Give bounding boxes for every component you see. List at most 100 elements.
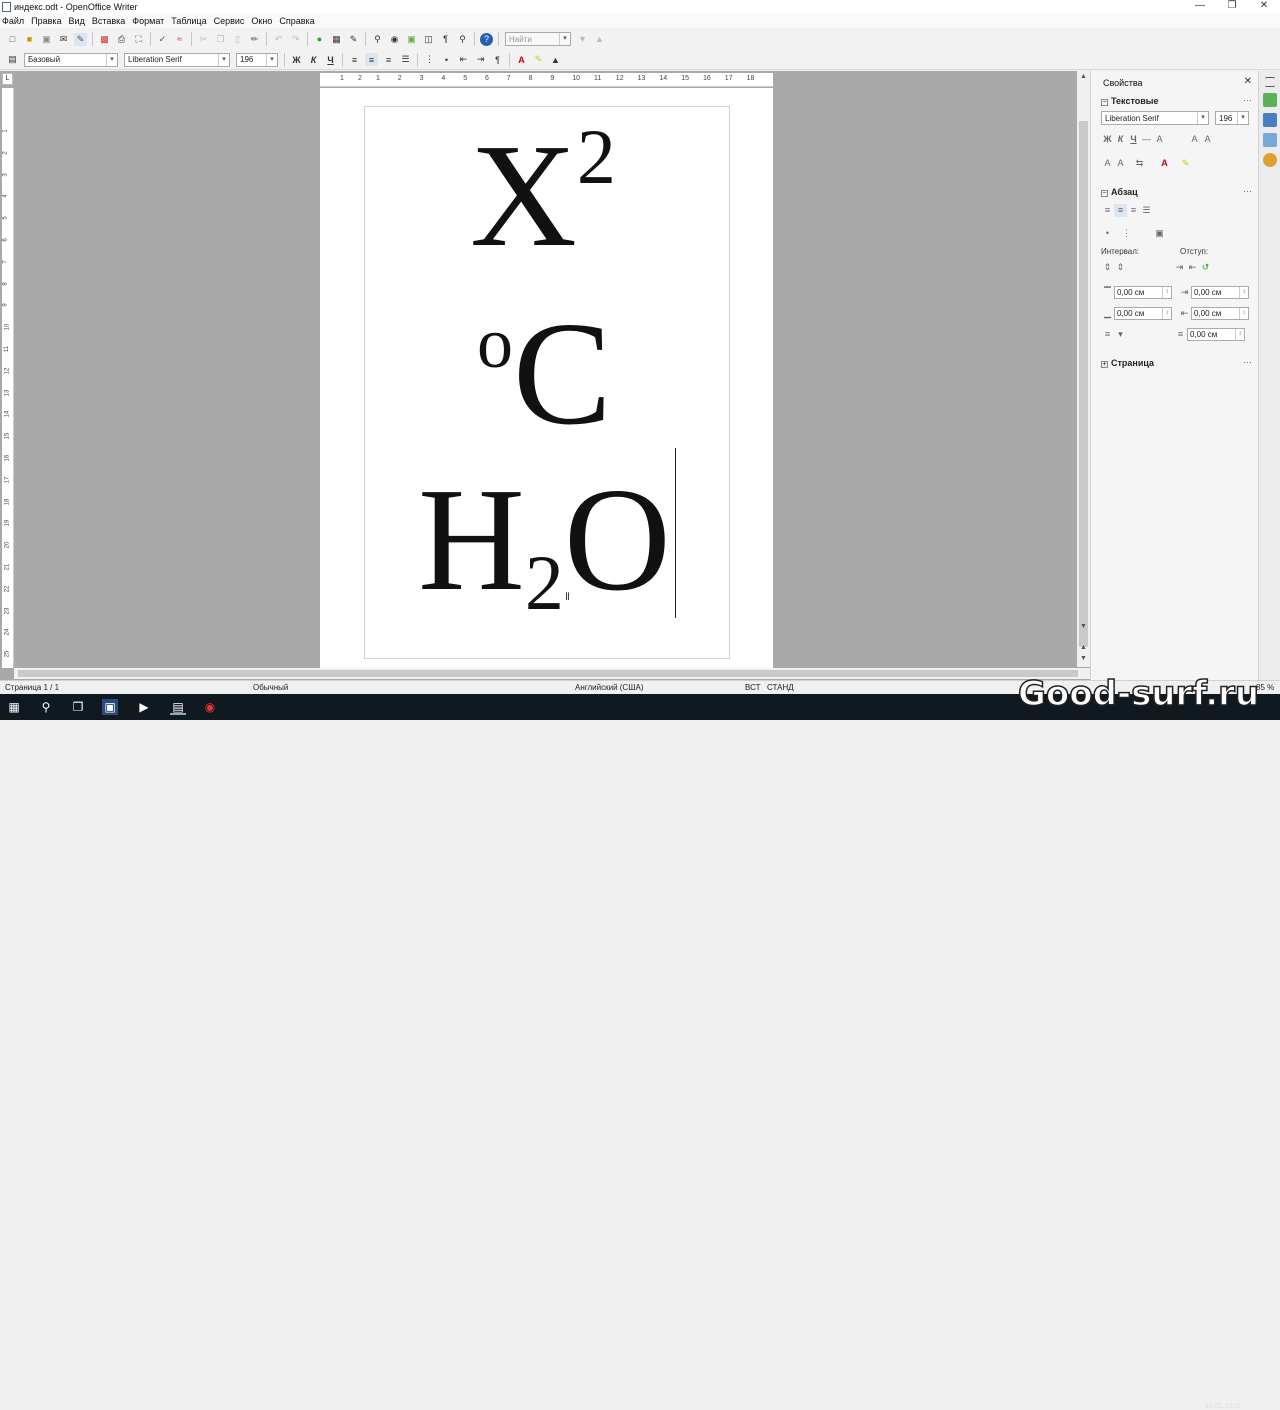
sidebar-justify-icon[interactable]: ☰ [1140,204,1153,217]
italic-button[interactable]: К [307,53,320,66]
horizontal-ruler[interactable]: 1 2 1 2 3 4 5 6 7 8 9 10 11 12 13 14 15 16 17 18 [320,73,773,87]
paragraph-format-icon[interactable]: ¶ [491,53,504,66]
spellcheck-icon[interactable]: ✓ [156,33,169,46]
below-spacing-field[interactable]: 0,00 см ↕ [1114,307,1172,320]
formula-degree-celsius[interactable]: oC [477,300,612,448]
sidebar-align-right-icon[interactable]: ≡ [1127,204,1140,217]
paragraph-background-icon[interactable]: ▣ [1153,227,1166,240]
menu-view[interactable]: Вид [69,16,85,26]
menu-format[interactable]: Формат [132,16,164,26]
sidebar-font-size-select[interactable]: 196 ▾ [1215,111,1249,125]
sidebar-font-color-icon[interactable]: A [1158,157,1171,170]
formula-water[interactable]: H2O [418,466,671,622]
restore-button[interactable]: ❐ [1216,0,1248,13]
menu-window[interactable]: Окно [251,16,272,26]
sidebar-highlight-icon[interactable]: ✎ [1179,157,1192,170]
menu-insert[interactable]: Вставка [92,16,125,26]
align-right-icon[interactable]: ≡ [382,53,395,66]
expand-icon[interactable]: + [1101,361,1108,368]
decrease-font-icon[interactable]: A [1201,133,1214,146]
task-view-icon[interactable]: ❐ [70,699,86,715]
collapse-icon[interactable]: − [1101,190,1108,197]
chevron-down-icon[interactable]: ▾ [1114,328,1127,341]
background-color-icon[interactable]: ▲ [549,53,562,66]
strikethrough-icon[interactable]: ― [1140,133,1153,146]
section-paragraph-header[interactable]: − Абзац [1101,187,1138,197]
menu-tools[interactable]: Сервис [214,16,245,26]
increase-indent-icon[interactable]: ⇥ [1173,261,1186,274]
nonprinting-chars-icon[interactable]: ¶ [439,33,452,46]
taskbar-app-icon[interactable]: ▣ [102,699,118,715]
menu-file[interactable]: Файл [2,16,24,26]
help-icon[interactable]: ? [480,32,493,46]
menu-icon[interactable] [1264,77,1275,87]
cut-icon[interactable]: ✂ [197,33,210,46]
bullets-icon[interactable]: • [440,53,453,66]
insert-mode[interactable]: ВСТ [745,683,760,692]
sidebar-numbering-icon[interactable]: ⋮ [1120,227,1133,240]
find-next-icon[interactable]: ▼ [576,33,589,46]
zoom-icon[interactable]: ⚲ [456,33,469,46]
line-spacing-icon[interactable]: ≡ [1101,328,1114,341]
increase-indent-icon[interactable]: ⇥ [474,53,487,66]
format-paintbrush-icon[interactable]: ✏ [248,33,261,46]
next-page-icon[interactable]: ▼ [1077,655,1090,662]
paste-icon[interactable]: ▯ [231,33,244,46]
bold-button[interactable]: Ж [290,53,303,66]
start-menu-icon[interactable]: ▦ [6,699,22,715]
scroll-up-icon[interactable]: ▲ [1077,73,1090,80]
edit-mode-icon[interactable]: ✎ [74,32,87,46]
prev-page-icon[interactable]: ▲ [1077,644,1090,651]
spinner-icon[interactable]: ↕ [1239,308,1248,319]
sidebar-align-left-icon[interactable]: ≡ [1101,204,1114,217]
paragraph-style-select[interactable]: Базовый ▾ [24,52,118,67]
increase-spacing-icon[interactable]: ⇕ [1101,261,1114,274]
save-icon[interactable]: ▣ [40,33,53,46]
chevron-down-icon[interactable]: ▾ [266,53,277,66]
vertical-scroll-thumb[interactable] [1079,121,1088,647]
sidebar-underline-button[interactable]: Ч [1127,133,1140,146]
email-icon[interactable]: ✉ [57,33,70,46]
spinner-icon[interactable]: ↕ [1239,287,1248,298]
sidebar-align-center-icon[interactable]: ≡ [1114,204,1127,217]
hanging-indent-icon[interactable]: ↺ [1199,261,1212,274]
gallery-deck-icon[interactable] [1262,133,1277,147]
new-document-icon[interactable]: □ [6,33,19,46]
above-spacing-field[interactable]: 0,00 см ↕ [1114,286,1172,299]
gallery-icon[interactable]: ▣ [405,33,418,46]
more-options-icon[interactable]: ⋯ [1243,357,1252,368]
spinner-icon[interactable]: ↕ [1162,308,1171,319]
decrease-indent-icon[interactable]: ⇤ [1186,261,1199,274]
chevron-down-icon[interactable]: ▾ [559,33,570,45]
decrease-spacing-icon[interactable]: ⇕ [1114,261,1127,274]
justify-icon[interactable]: ☰ [399,53,412,66]
font-name-select[interactable]: Liberation Serif ▾ [124,52,230,67]
sidebar-bold-button[interactable]: Ж [1101,133,1114,146]
formula-x-squared[interactable]: X2 [470,118,616,271]
taskbar-player-icon[interactable]: ▶ [136,699,152,715]
section-text-header[interactable]: − Текстовые [1101,96,1158,106]
hyperlink-icon[interactable]: ● [313,33,326,46]
autospell-icon[interactable]: ≈ [173,33,186,46]
find-input[interactable]: Найти ▾ [505,32,571,46]
table-icon[interactable]: ▦ [330,33,343,46]
styles-icon[interactable]: ▤ [6,53,19,66]
subscript-icon[interactable]: A [1114,157,1127,170]
open-folder-icon[interactable]: ■ [23,33,36,46]
more-options-icon[interactable]: ⋯ [1243,95,1252,106]
character-spacing-icon[interactable]: ⇆ [1133,157,1146,170]
language-status[interactable]: Английский (США) [575,683,644,692]
page-count[interactable]: Страница 1 / 1 [5,683,59,692]
collapse-icon[interactable]: − [1101,99,1108,106]
font-size-select[interactable]: 196 ▾ [236,52,278,67]
page-style[interactable]: Обычный [253,683,288,692]
decrease-indent-icon[interactable]: ⇤ [457,53,470,66]
font-color-icon[interactable]: A [515,53,528,66]
chrome-icon[interactable]: ◉ [202,699,218,715]
sidebar-font-name-select[interactable]: Liberation Serif ▾ [1101,111,1209,125]
taskbar-writer-icon[interactable]: ▤ [170,699,186,715]
chevron-down-icon[interactable]: ▾ [1197,112,1208,124]
navigator-deck-icon[interactable] [1262,153,1277,167]
search-icon[interactable]: ⚲ [38,699,54,715]
properties-icon[interactable] [1262,93,1277,107]
